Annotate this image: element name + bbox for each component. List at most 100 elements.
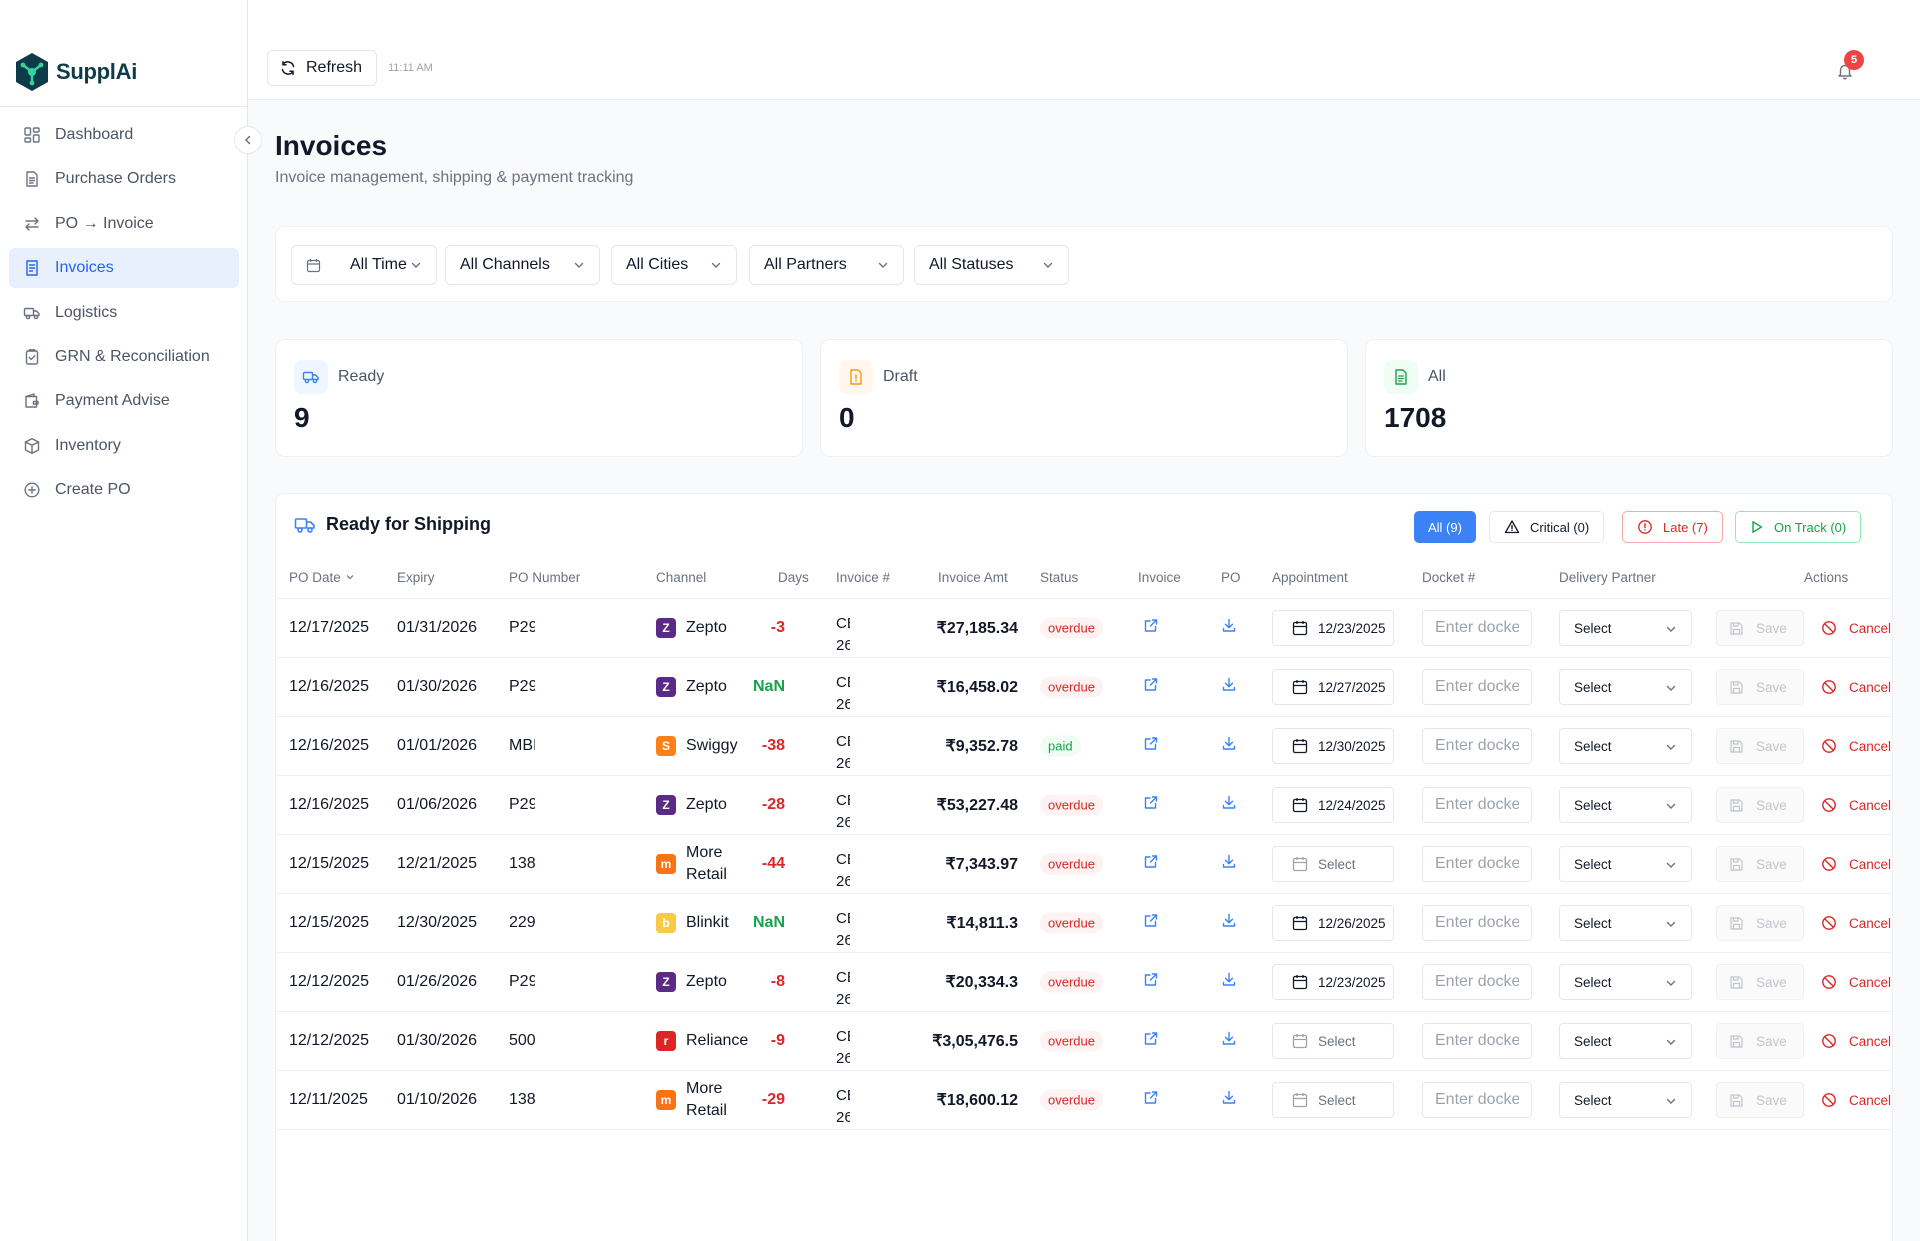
open-invoice-link[interactable] [1143,677,1159,698]
collapse-sidebar-button[interactable] [234,126,262,154]
open-invoice-link[interactable] [1143,854,1159,875]
col-po-date[interactable]: PO Date [289,570,355,585]
appointment-date-picker[interactable]: 12/26/2025 [1272,905,1394,941]
appointment-date-picker[interactable]: Select [1272,1082,1394,1118]
table-row[interactable]: 12/17/2025 01/31/2026 P29 Z Zepto -3 CE … [276,599,1892,658]
sidebar-item-create-po[interactable]: Create PO [9,470,239,510]
download-po-button[interactable] [1221,677,1237,698]
docket-number-input[interactable] [1422,669,1532,705]
channel-logo-icon: Z [656,677,676,697]
refresh-button[interactable]: Refresh [267,50,378,86]
download-po-button[interactable] [1221,854,1237,875]
save-button[interactable]: Save [1716,905,1804,941]
all-stat-card[interactable]: All 1708 [1365,339,1893,457]
expiry-cell: 01/01/2026 [397,737,478,754]
open-invoice-link[interactable] [1143,913,1159,934]
delivery-partner-select[interactable]: Select [1559,610,1692,646]
cancel-button[interactable]: Cancel [1821,1092,1891,1108]
appointment-date-picker[interactable]: Select [1272,1023,1394,1059]
statuses-filter[interactable]: All Statuses [914,245,1069,285]
docket-number-input[interactable] [1422,610,1532,646]
download-po-button[interactable] [1221,618,1237,639]
cancel-button[interactable]: Cancel [1821,856,1891,872]
sidebar-item-po-invoice[interactable]: PO → Invoice [9,204,239,244]
appointment-date-picker[interactable]: 12/30/2025 [1272,728,1394,764]
filter-late-button[interactable]: Late (7) [1622,511,1723,543]
docket-number-input[interactable] [1422,728,1532,764]
sidebar-item-purchase-orders[interactable]: Purchase Orders [9,159,239,199]
sidebar-item-grn-reconciliation[interactable]: GRN & Reconciliation [9,337,239,377]
download-po-button[interactable] [1221,913,1237,934]
cities-filter[interactable]: All Cities [611,245,737,285]
open-invoice-link[interactable] [1143,1031,1159,1052]
delivery-partner-select[interactable]: Select [1559,846,1692,882]
appointment-date-picker[interactable]: 12/27/2025 [1272,669,1394,705]
cancel-button[interactable]: Cancel [1821,797,1891,813]
docket-number-input[interactable] [1422,964,1532,1000]
save-button[interactable]: Save [1716,1023,1804,1059]
open-invoice-link[interactable] [1143,795,1159,816]
sidebar-item-logistics[interactable]: Logistics [9,293,239,333]
partners-filter[interactable]: All Partners [749,245,904,285]
filter-all-button[interactable]: All (9) [1414,511,1476,543]
save-button[interactable]: Save [1716,1082,1804,1118]
sidebar-item-payment-advise[interactable]: Payment Advise [9,381,239,421]
save-button[interactable]: Save [1716,669,1804,705]
cancel-button[interactable]: Cancel [1821,679,1891,695]
open-invoice-link[interactable] [1143,1090,1159,1111]
filter-critical-button[interactable]: Critical (0) [1489,511,1605,543]
docket-number-input[interactable] [1422,1082,1532,1118]
docket-number-input[interactable] [1422,1023,1532,1059]
brand-logo[interactable]: SupplAi [14,48,137,96]
sidebar-item-dashboard[interactable]: Dashboard [9,115,239,155]
save-button[interactable]: Save [1716,787,1804,823]
open-invoice-link[interactable] [1143,618,1159,639]
docket-number-input[interactable] [1422,905,1532,941]
download-po-button[interactable] [1221,736,1237,757]
filter-on-track-button[interactable]: On Track (0) [1735,511,1862,543]
download-po-button[interactable] [1221,795,1237,816]
sidebar-item-invoices[interactable]: Invoices [9,248,239,289]
download-po-button[interactable] [1221,1090,1237,1111]
save-button[interactable]: Save [1716,964,1804,1000]
delivery-partner-select[interactable]: Select [1559,1082,1692,1118]
cancel-button[interactable]: Cancel [1821,738,1891,754]
delivery-partner-select[interactable]: Select [1559,1023,1692,1059]
open-invoice-link[interactable] [1143,972,1159,993]
save-button[interactable]: Save [1716,846,1804,882]
appointment-date-picker[interactable]: 12/23/2025 [1272,610,1394,646]
download-po-button[interactable] [1221,1031,1237,1052]
table-row[interactable]: 12/12/2025 01/26/2026 P29 Z Zepto -8 CE … [276,953,1892,1012]
cancel-button[interactable]: Cancel [1821,974,1891,990]
docket-number-input[interactable] [1422,787,1532,823]
table-row[interactable]: 12/16/2025 01/06/2026 P29 Z Zepto -28 CE… [276,776,1892,835]
docket-number-input[interactable] [1422,846,1532,882]
table-row[interactable]: 12/11/2025 01/10/2026 138 m More Retail … [276,1071,1892,1130]
time-filter[interactable]: All Time [291,245,437,285]
notifications-button[interactable]: 5 [1830,50,1864,86]
save-button[interactable]: Save [1716,610,1804,646]
appointment-date-picker[interactable]: 12/23/2025 [1272,964,1394,1000]
open-invoice-link[interactable] [1143,736,1159,757]
cancel-button[interactable]: Cancel [1821,915,1891,931]
ready-stat-card[interactable]: Ready 9 [275,339,803,457]
delivery-partner-select[interactable]: Select [1559,669,1692,705]
download-po-button[interactable] [1221,972,1237,993]
save-button[interactable]: Save [1716,728,1804,764]
delivery-partner-select[interactable]: Select [1559,728,1692,764]
table-row[interactable]: 12/16/2025 01/01/2026 MBI S Swiggy -38 C… [276,717,1892,776]
cancel-button[interactable]: Cancel [1821,1033,1891,1049]
table-row[interactable]: 12/15/2025 12/30/2025 229 b Blinkit NaN … [276,894,1892,953]
sidebar-item-inventory[interactable]: Inventory [9,426,239,466]
table-row[interactable]: 12/12/2025 01/30/2026 500 r Reliance -9 … [276,1012,1892,1071]
appointment-date-picker[interactable]: 12/24/2025 [1272,787,1394,823]
draft-stat-card[interactable]: Draft 0 [820,339,1348,457]
channels-filter[interactable]: All Channels [445,245,600,285]
appointment-date-picker[interactable]: Select [1272,846,1394,882]
delivery-partner-select[interactable]: Select [1559,964,1692,1000]
delivery-partner-select[interactable]: Select [1559,905,1692,941]
cancel-button[interactable]: Cancel [1821,620,1891,636]
table-row[interactable]: 12/15/2025 12/21/2025 138 m More Retail … [276,835,1892,894]
table-row[interactable]: 12/16/2025 01/30/2026 P29 Z Zepto NaN CE… [276,658,1892,717]
delivery-partner-select[interactable]: Select [1559,787,1692,823]
